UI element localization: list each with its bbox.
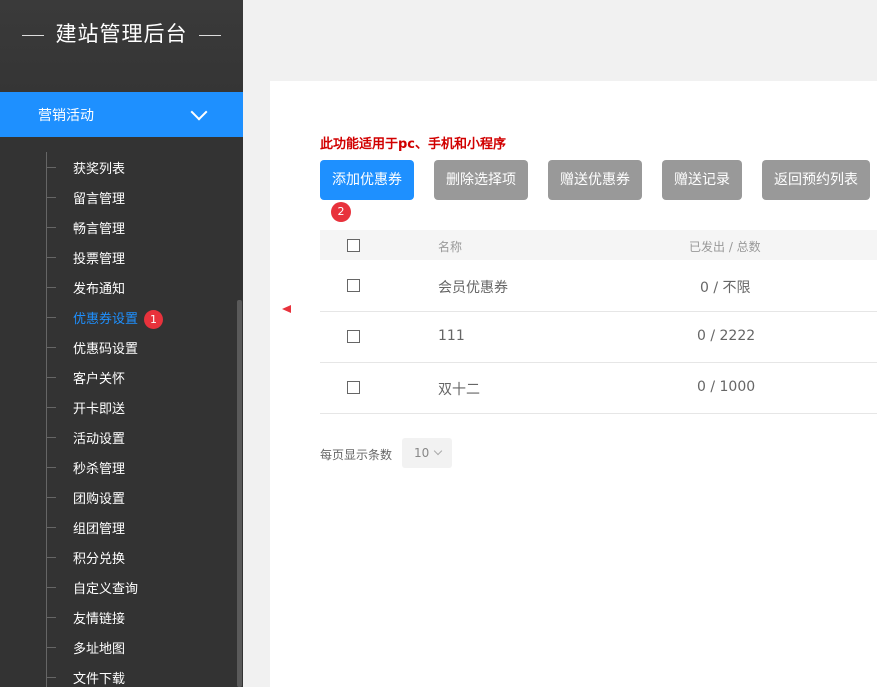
sidebar-item-awards[interactable]: 获奖列表	[73, 158, 125, 178]
coupon-issued: 0 / 2222	[697, 328, 756, 344]
sidebar-scrollbar[interactable]	[237, 300, 242, 687]
gift-coupon-button[interactable]: 赠送优惠券	[548, 160, 642, 200]
select-all-checkbox[interactable]	[347, 239, 360, 252]
tree-tick	[46, 257, 56, 258]
tree-tick	[46, 167, 56, 168]
tree-tick	[46, 317, 56, 318]
sidebar-item-coupons[interactable]: 优惠券设置 1	[73, 308, 164, 329]
coupon-issued: 0 / 不限	[700, 280, 751, 296]
table-row: 会员优惠券 0 / 不限	[320, 260, 877, 312]
sidebar-item-comments[interactable]: 畅言管理	[73, 218, 125, 238]
tree-tick	[46, 227, 56, 228]
sidebar-item-label: 优惠券设置	[73, 312, 139, 327]
tree-tick	[46, 677, 56, 678]
sidebar-item-friend-links[interactable]: 友情链接	[73, 608, 125, 628]
coupon-name: 双十二	[438, 382, 480, 398]
sidebar-item-promo-codes[interactable]: 优惠码设置	[73, 338, 138, 358]
tree-tick	[46, 287, 56, 288]
brand-text: 建站管理后台	[55, 22, 188, 46]
sidebar-header: 建站管理后台	[0, 0, 243, 92]
sidebar-item-team-manage[interactable]: 组团管理	[73, 518, 125, 538]
submenu-tree-line	[46, 152, 47, 687]
sidebar-item-customer-care[interactable]: 客户关怀	[73, 368, 125, 388]
sidebar-item-downloads[interactable]: 文件下载	[73, 668, 125, 687]
sidebar-item-notices[interactable]: 发布通知	[73, 278, 125, 298]
sidebar-item-group-buy[interactable]: 团购设置	[73, 488, 125, 508]
tree-tick	[46, 587, 56, 588]
tree-tick	[46, 407, 56, 408]
tree-tick	[46, 347, 56, 348]
tree-tick	[46, 197, 56, 198]
table-row: 111 0 / 2222	[320, 311, 877, 363]
brand-dash-right	[199, 34, 222, 36]
row-checkbox[interactable]	[347, 330, 360, 343]
sidebar-item-multi-map[interactable]: 多址地图	[73, 638, 125, 658]
chevron-down-icon[interactable]	[190, 103, 208, 121]
per-page-label: 每页显示条数	[320, 448, 393, 462]
table-row: 双十二 0 / 1000	[320, 362, 877, 414]
coupon-name: 会员优惠券	[438, 280, 508, 296]
chevron-down-icon	[433, 446, 443, 456]
sidebar-item-activity-settings[interactable]: 活动设置	[73, 428, 125, 448]
tree-tick	[46, 377, 56, 378]
menu-marketing-label: 营销活动	[38, 108, 94, 124]
add-coupon-button[interactable]: 添加优惠券	[320, 160, 414, 200]
brand-title: 建站管理后台	[0, 18, 243, 48]
tree-tick	[46, 497, 56, 498]
column-header-name: 名称	[438, 240, 463, 254]
column-header-issued: 已发出 / 总数	[689, 240, 761, 254]
tree-tick	[46, 437, 56, 438]
pointer-arrow-icon	[282, 305, 291, 313]
sidebar-item-messages[interactable]: 留言管理	[73, 188, 125, 208]
gift-log-button[interactable]: 赠送记录	[662, 160, 742, 200]
tree-tick	[46, 467, 56, 468]
back-to-booking-list-button[interactable]: 返回预约列表	[762, 160, 870, 200]
sidebar-item-votes[interactable]: 投票管理	[73, 248, 125, 268]
tree-tick	[46, 647, 56, 648]
tree-tick	[46, 557, 56, 558]
menu-marketing[interactable]: 营销活动	[0, 92, 243, 137]
per-page-value: 10	[414, 446, 430, 460]
sidebar-item-custom-query[interactable]: 自定义查询	[73, 578, 138, 598]
tree-tick	[46, 527, 56, 528]
step-badge-2: 2	[331, 202, 351, 222]
sidebar-item-points-exchange[interactable]: 积分兑换	[73, 548, 125, 568]
sidebar-item-flash-sale[interactable]: 秒杀管理	[73, 458, 125, 478]
row-checkbox[interactable]	[347, 279, 360, 292]
sidebar-item-card-gift[interactable]: 开卡即送	[73, 398, 125, 418]
row-checkbox[interactable]	[347, 381, 360, 394]
sidebar: 建站管理后台 营销活动 获奖列表 留言管理 畅言管理 投票管理 发布通知 优惠券…	[0, 0, 243, 687]
brand-dash-left	[21, 34, 44, 36]
per-page-select[interactable]: 10	[402, 438, 452, 468]
coupon-name: 111	[438, 328, 465, 344]
submenu: 获奖列表 留言管理 畅言管理 投票管理 发布通知 优惠券设置 1 优惠码设置 客户…	[0, 152, 243, 687]
coupon-issued: 0 / 1000	[697, 379, 756, 395]
table-header	[320, 230, 877, 260]
step-badge-1: 1	[144, 310, 164, 329]
delete-selected-button[interactable]: 删除选择项	[434, 160, 528, 200]
feature-notice: 此功能适用于pc、手机和小程序	[320, 137, 507, 152]
tree-tick	[46, 617, 56, 618]
